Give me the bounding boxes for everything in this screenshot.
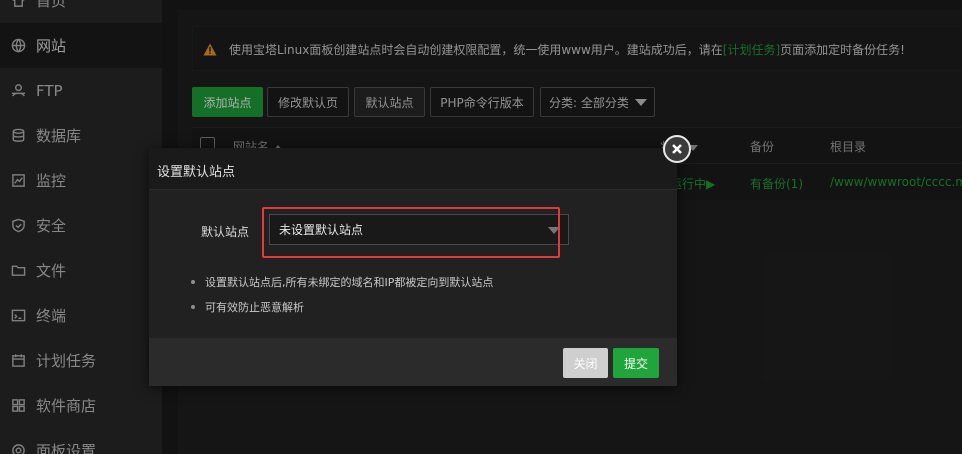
close-button[interactable]: 关闭 xyxy=(563,348,608,378)
submit-button[interactable]: 提交 xyxy=(613,348,659,378)
annotation-highlight-box xyxy=(262,207,560,258)
dialog-title: 设置默认站点 xyxy=(157,165,236,180)
dialog-footer: 关闭 提交 xyxy=(149,338,677,386)
tip-item: 可有效防止恶意解析 xyxy=(191,299,493,315)
default-site-label: 默认站点 xyxy=(201,225,250,239)
dialog-header: 设置默认站点 xyxy=(149,148,677,190)
tip-item: 设置默认站点后,所有未绑定的域名和IP都被定向到默认站点 xyxy=(191,274,493,290)
dialog-tips: 设置默认站点后,所有未绑定的域名和IP都被定向到默认站点 可有效防止恶意解析 xyxy=(191,274,493,324)
close-icon xyxy=(672,144,682,154)
dialog-close-button[interactable] xyxy=(663,135,691,163)
app-window: 首页 网站 FTP 数据库 监控 安全 文件 终端 计划任务 软件商店 面板设置… xyxy=(0,0,962,454)
default-site-dialog: 设置默认站点 默认站点 未设置默认站点 设置默认站点后,所有未绑定的域名和IP都… xyxy=(149,148,677,386)
